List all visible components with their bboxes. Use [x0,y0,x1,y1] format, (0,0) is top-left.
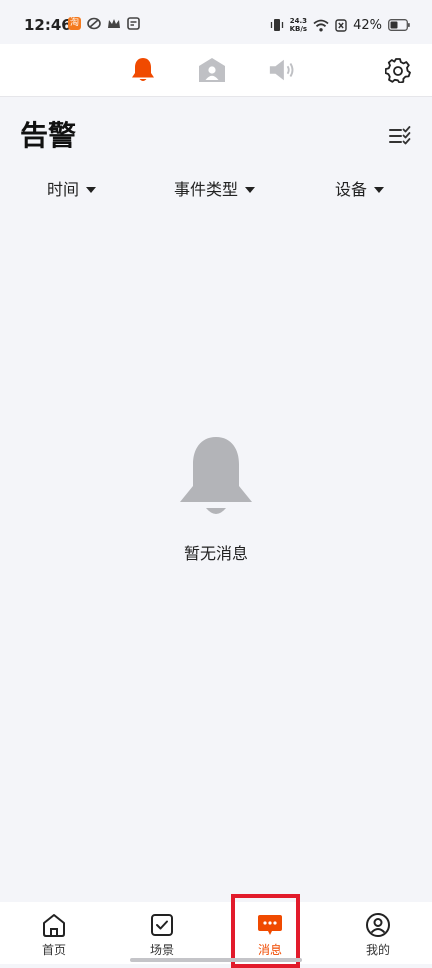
filter-device[interactable]: 设备 [335,178,385,202]
nav-mine-label: 我的 [365,943,390,957]
network-speed: 24.3 KB/s [290,17,307,33]
message-box-icon [127,17,140,30]
caret-down-icon [86,187,97,193]
filter-time[interactable]: 时间 [47,178,97,202]
settings-button[interactable] [384,56,412,84]
list-check-icon [389,126,411,145]
filter-time-label: 时间 [47,180,80,199]
caret-down-icon [374,187,385,193]
tab-sound[interactable] [268,56,296,84]
nav-scene[interactable]: 场景 [108,902,216,964]
page-title: 告警 [20,119,77,152]
highlight-box [231,894,300,968]
nav-mine[interactable]: 我的 [324,902,432,964]
checkbox-icon [151,914,173,936]
home-icon [43,914,65,937]
status-app-icons: 淘 [68,17,140,30]
filter-list-button[interactable] [388,124,414,148]
status-bar: 12:46 淘 24.3 KB/s 42% [0,0,432,44]
bottom-nav: 首页 场景 消息 我的 [0,902,432,964]
contact-icon [199,58,225,82]
network-speed-value: 24.3 [289,17,307,25]
wifi-icon [313,19,329,31]
tab-contact[interactable] [198,56,226,84]
crown-icon [108,19,120,28]
home-indicator [130,958,302,962]
vibrate-icon [270,19,283,31]
filter-device-label: 设备 [335,180,368,199]
gear-icon [385,58,411,83]
nav-home-label: 首页 [41,943,66,957]
battery-percentage: 42% [353,17,382,33]
top-tab-bar [0,44,432,97]
filter-event-type[interactable]: 事件类型 [174,178,256,202]
sim-off-icon [335,18,347,32]
filter-event-type-label: 事件类型 [174,180,239,199]
tab-alarm[interactable] [129,56,157,84]
caret-down-icon [245,187,256,193]
speaker-icon [269,59,294,81]
empty-bell-icon [180,437,252,514]
leaf-app-icon [87,17,101,30]
status-time: 12:46 [24,16,72,34]
status-right: 24.3 KB/s 42% [270,13,410,37]
bell-icon [132,58,154,81]
taobao-icon-label: 淘 [69,18,79,28]
nav-home[interactable]: 首页 [0,902,108,964]
taobao-icon: 淘 [68,17,81,30]
battery-icon [388,19,410,31]
nav-scene-label: 场景 [149,943,174,957]
profile-icon [366,913,390,937]
empty-state-message: 暂无消息 [183,544,248,563]
network-speed-unit: KB/s [289,25,308,33]
